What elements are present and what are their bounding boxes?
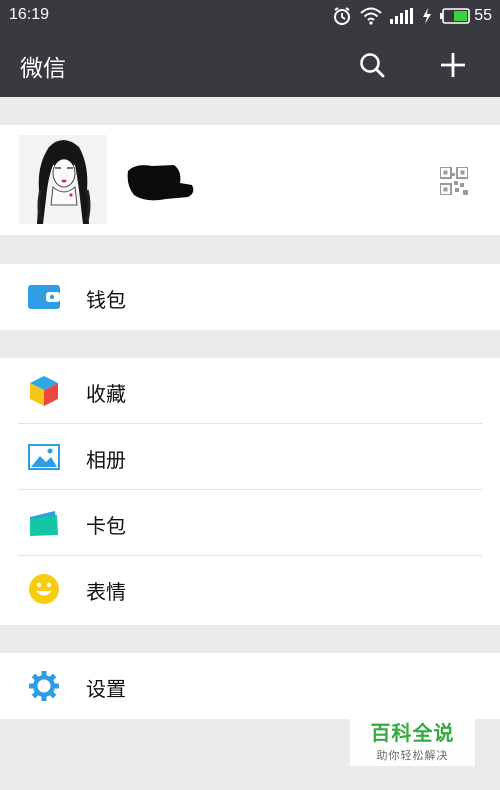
qr-code-icon <box>439 166 469 196</box>
smiley-icon <box>28 573 60 605</box>
menu-item-wallet[interactable]: 钱包 <box>0 264 500 330</box>
title-bar: 微信 <box>0 32 500 97</box>
status-time: 16:19 <box>9 6 50 23</box>
menu-item-album[interactable]: 相册 <box>0 424 500 490</box>
menu-item-favorites[interactable]: 收藏 <box>0 358 500 424</box>
watermark-subtitle: 助你轻松解决 <box>376 749 449 762</box>
status-icons: 55 <box>332 5 492 27</box>
gear-icon <box>28 670 60 702</box>
album-label: 相册 <box>86 448 126 472</box>
favorites-icon <box>28 375 60 407</box>
signal-icon <box>390 8 414 24</box>
cards-label: 卡包 <box>86 514 126 538</box>
watermark-title: 百科全说 <box>370 721 455 745</box>
favorites-label: 收藏 <box>86 382 126 406</box>
watermark: 百科全说 助你轻松解决 <box>350 708 475 766</box>
search-button[interactable] <box>355 48 389 82</box>
card-wallet-icon <box>28 507 60 539</box>
wallet-icon <box>28 281 60 313</box>
wallet-label: 钱包 <box>86 288 126 312</box>
wifi-icon <box>360 7 382 25</box>
nickname-redacted <box>127 165 194 201</box>
search-icon <box>360 53 385 78</box>
add-button[interactable] <box>436 48 470 82</box>
plus-icon <box>441 53 465 77</box>
stickers-label: 表情 <box>86 580 126 604</box>
status-bar: 16:19 55 <box>0 0 500 32</box>
page-title: 微信 <box>20 56 66 82</box>
charging-icon <box>423 8 432 24</box>
album-icon <box>28 441 60 473</box>
alarm-icon <box>334 7 351 25</box>
battery-icon <box>440 8 471 24</box>
profile-card[interactable] <box>0 125 500 235</box>
battery-level: 55 <box>474 7 492 24</box>
qr-code-button[interactable] <box>439 166 469 199</box>
menu-item-cards[interactable]: 卡包 <box>0 490 500 556</box>
wallet-section: 钱包 <box>0 264 500 330</box>
features-section: 收藏 相册 卡包 表情 <box>0 358 500 625</box>
avatar-illustration <box>19 135 107 224</box>
avatar[interactable] <box>19 135 107 224</box>
menu-item-stickers[interactable]: 表情 <box>0 556 500 622</box>
settings-label: 设置 <box>86 677 126 701</box>
